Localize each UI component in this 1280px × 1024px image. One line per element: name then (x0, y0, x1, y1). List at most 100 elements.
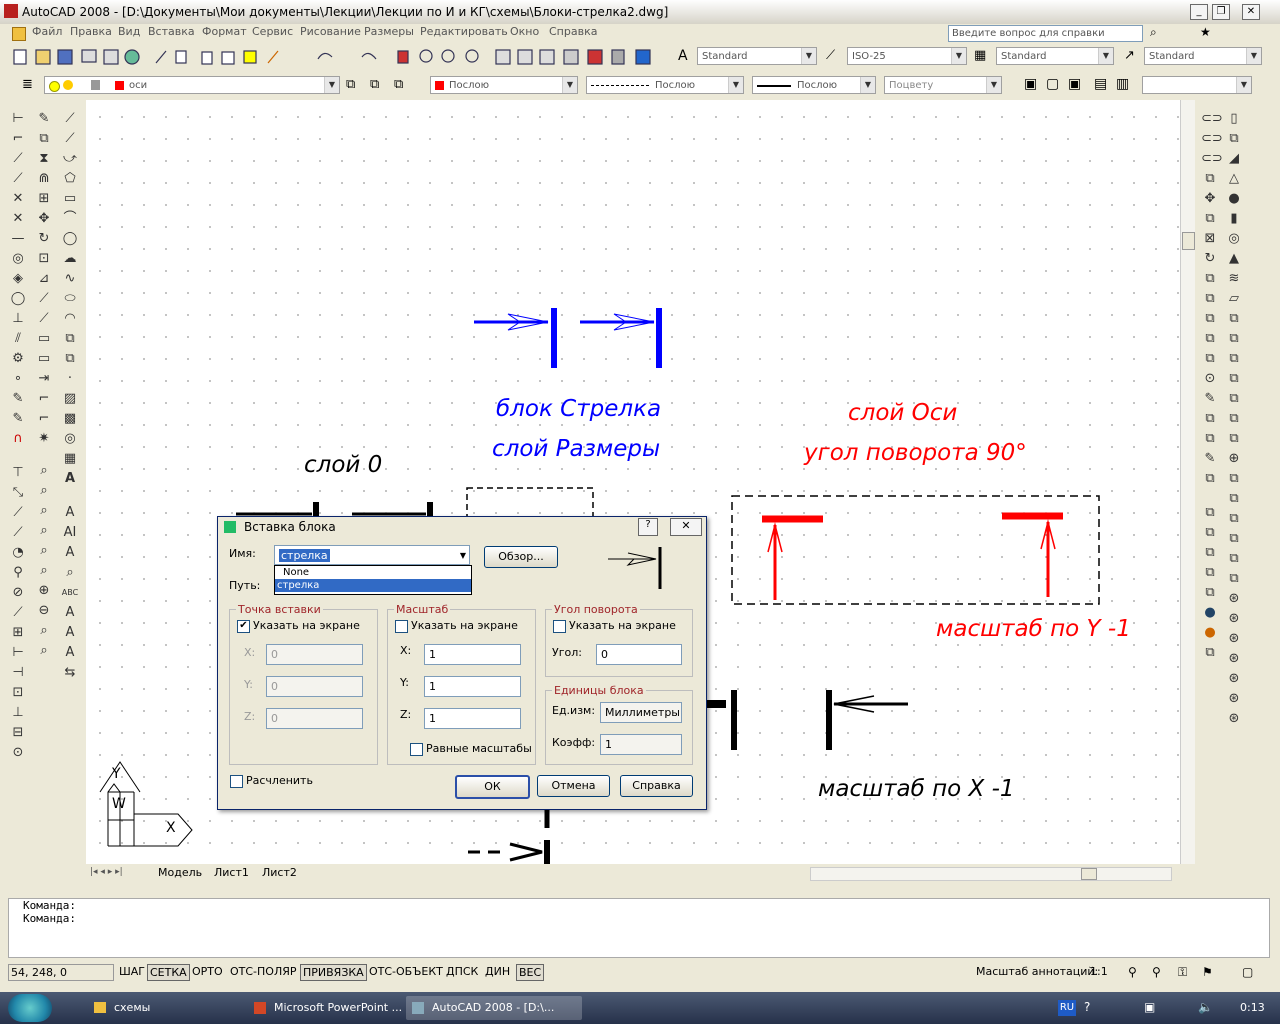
ucs-origin-icon[interactable]: ⧉ (1225, 550, 1243, 568)
dim-jogged-icon[interactable]: ✕ (9, 210, 27, 228)
dim-style-combo[interactable]: ISO-25 ▼ (847, 47, 967, 65)
check-icon[interactable]: ✎ (1201, 450, 1219, 468)
move-icon[interactable]: ✥ (35, 210, 53, 228)
viewport-icon[interactable]: ▣ (1024, 76, 1037, 92)
rotate-faces-icon[interactable]: ↻ (1201, 250, 1219, 268)
insertion-y-field[interactable]: 0 (266, 676, 363, 697)
revolve-icon[interactable]: ⧉ (1225, 370, 1243, 388)
start-button[interactable] (8, 994, 52, 1022)
material-sphere-icon[interactable]: ● (1201, 624, 1219, 642)
ucs-orth-icon[interactable]: ⊛ (1225, 710, 1243, 728)
text-style-icon[interactable]: A (678, 48, 688, 64)
ucs-named-icon[interactable]: ⊛ (1225, 690, 1243, 708)
scale-x-field[interactable]: 1 (424, 644, 521, 665)
extrude-icon[interactable]: ⧉ (1225, 310, 1243, 328)
color-faces-icon[interactable]: ⧉ (1201, 310, 1219, 328)
zoom-realtime-icon[interactable]: ⌕ (35, 462, 53, 480)
break-icon[interactable]: ▭ (35, 350, 53, 368)
block-name-combo[interactable]: стрелка ▼ (274, 545, 470, 565)
circle-icon[interactable]: ◯ (61, 230, 79, 248)
construction-line-icon[interactable]: ⟋ (61, 130, 79, 148)
dim-angular-icon[interactable]: ◎ (9, 250, 27, 268)
dim-reassoc-icon[interactable]: ⊘ (9, 584, 27, 602)
dim-override-icon[interactable]: ⚲ (9, 564, 27, 582)
magnet-icon[interactable]: ∩ (9, 430, 27, 448)
menu-edit[interactable]: Правка (70, 25, 112, 38)
polygon-icon[interactable]: ⬠ (61, 170, 79, 188)
text-style-combo[interactable]: Standard ▼ (697, 47, 817, 65)
annotation-scale-value[interactable]: 1:1 (1088, 964, 1110, 979)
menu-draw[interactable]: Рисование (300, 25, 361, 38)
linetype-combo[interactable]: Послою ▼ (586, 76, 744, 94)
ucs-object-icon[interactable]: ⧉ (1225, 510, 1243, 528)
layer-manager-icon[interactable]: ≣ (22, 77, 33, 92)
taskbar-item-folder[interactable]: схемы (88, 996, 264, 1020)
viewport-scale-combo[interactable]: ▼ (1142, 76, 1252, 94)
dim-jogline-icon[interactable]: ⟋ (9, 604, 27, 622)
extrude-faces-icon[interactable]: ⧉ (1201, 170, 1219, 188)
scale-z-field[interactable]: 1 (424, 708, 521, 729)
search-icon[interactable]: ⌕ (1150, 25, 1157, 40)
hatch-icon[interactable]: ▨ (61, 390, 79, 408)
break-at-point-icon[interactable]: ▭ (35, 330, 53, 348)
dim-baseline-icon[interactable]: ◯ (9, 290, 27, 308)
language-indicator[interactable]: RU (1058, 1000, 1076, 1016)
tab-model[interactable]: Модель (158, 866, 202, 879)
ucs-z-icon[interactable]: ⊛ (1225, 630, 1243, 648)
planar-surface-icon[interactable]: ▱ (1225, 290, 1243, 308)
arc-icon[interactable]: ⌒ (61, 210, 79, 228)
make-current-icon[interactable]: ⧉ (346, 77, 355, 92)
ellipse-icon[interactable]: ⬭ (61, 290, 79, 308)
dim-marker-icon[interactable]: ⊟ (9, 724, 27, 742)
clean-icon[interactable]: ✎ (1201, 390, 1219, 408)
table-style-icon[interactable]: ▦ (974, 48, 986, 63)
single-line-text-icon[interactable]: AI (61, 524, 79, 542)
spell-check-icon[interactable]: ABC (61, 584, 79, 602)
separate-icon[interactable]: ⧉ (1201, 410, 1219, 428)
offset-icon[interactable]: ⋒ (35, 170, 53, 188)
uniform-scale-checkbox[interactable] (410, 743, 423, 756)
justify-text-icon[interactable]: A (61, 644, 79, 662)
chamfer-icon[interactable]: ⌐ (35, 390, 53, 408)
viewport-single-icon[interactable]: ▢ (1046, 76, 1059, 92)
rotation-specify-checkbox[interactable] (553, 620, 566, 633)
insert-block-icon[interactable]: ⧉ (61, 330, 79, 348)
plotstyle-combo[interactable]: Поцвету ▼ (884, 76, 1002, 94)
tab-sheet2[interactable]: Лист2 (262, 866, 297, 879)
polyline-icon[interactable]: ⤻ (61, 150, 79, 168)
find-replace-icon[interactable]: ⌕ (61, 564, 79, 582)
dim-linear-icon[interactable]: ⊢ (9, 110, 27, 128)
line-icon[interactable]: ⟋ (61, 110, 79, 128)
scroll-thumb[interactable] (1182, 232, 1195, 250)
scale-y-field[interactable]: 1 (424, 676, 521, 697)
dim-style-tb-icon[interactable]: ⟋ (9, 524, 27, 542)
network-icon[interactable]: ▣ (1144, 1000, 1155, 1014)
browse-button[interactable]: Обзор... (484, 546, 558, 568)
render-icon[interactable]: ⧉ (1201, 644, 1219, 662)
clean-screen-icon[interactable]: ▢ (1242, 965, 1253, 979)
tab-nav-arrows-icon[interactable]: |◂ ◂ ▸ ▸| (90, 867, 123, 877)
tab-sheet1[interactable]: Лист1 (214, 866, 249, 879)
dim-quick-icon[interactable]: ◈ (9, 270, 27, 288)
comm-center-icon[interactable]: ⚑ (1202, 965, 1213, 979)
dim-center-mark-icon[interactable]: ⊙ (9, 744, 27, 762)
imprint-icon[interactable]: ⊙ (1201, 370, 1219, 388)
vertical-scrollbar[interactable] (1180, 100, 1195, 864)
cylinder-tb-icon[interactable]: ⧉ (1201, 584, 1219, 602)
extend-icon[interactable]: ⟋ (35, 310, 53, 328)
cone-icon[interactable]: ⧉ (1201, 544, 1219, 562)
zoom-object-icon[interactable]: ⌕ (35, 562, 53, 580)
restore-button[interactable]: ❐ (1212, 4, 1230, 20)
dim-edit-icon[interactable]: ⊤ (9, 464, 27, 482)
text-style-tb-icon[interactable]: A (61, 604, 79, 622)
layer-combo[interactable]: оси ▼ (44, 76, 340, 94)
dim-space-icon[interactable]: ⫽ (9, 330, 27, 348)
star-icon[interactable]: ★ (1200, 25, 1211, 39)
layer-states-icon[interactable]: ⧉ (394, 77, 403, 92)
dim-text-edit-icon[interactable]: ⤡ (9, 484, 27, 502)
rectangle-icon[interactable]: ▭ (61, 190, 79, 208)
flatten-icon[interactable]: ⧉ (1225, 430, 1243, 448)
ucs-zaxis-icon[interactable]: ⧉ (1225, 570, 1243, 588)
otrack-toggle[interactable]: ОТС-ОБЪЕКТ (367, 964, 445, 979)
polysolid-icon[interactable]: ▯ (1225, 110, 1243, 128)
